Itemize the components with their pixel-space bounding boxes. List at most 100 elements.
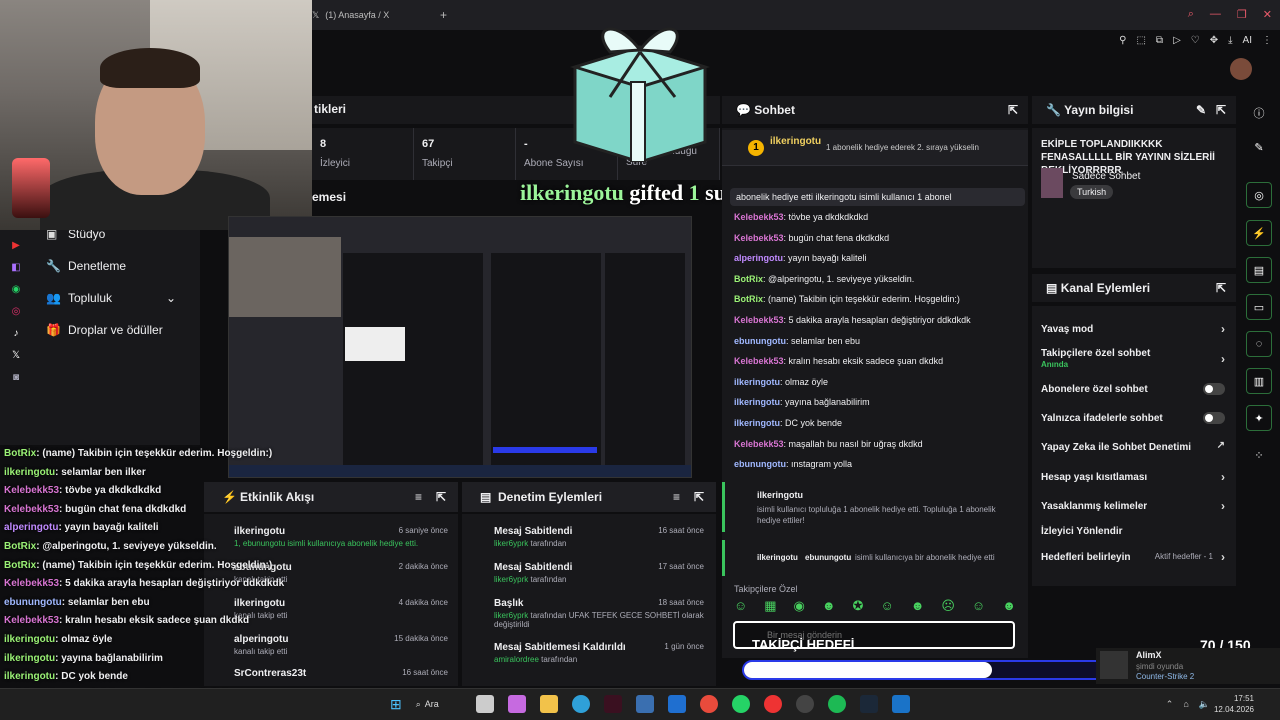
app-icon[interactable] <box>635 695 654 713</box>
action-account-age[interactable]: Hesap yaşı kısıtlaması › <box>1041 470 1227 484</box>
emote-icon[interactable]: ▦ <box>764 598 776 614</box>
mod-item[interactable]: Mesaj Sabitlemesi Kaldırıldı 1 gün önce am… <box>494 642 710 664</box>
emote-icon[interactable]: ☺ <box>972 598 985 614</box>
task-view-icon[interactable] <box>475 695 494 713</box>
action-slow-mode[interactable]: Yavaş mod › <box>1041 322 1227 336</box>
action-subscribers-only[interactable]: Abonelere özel sohbet <box>1041 383 1227 395</box>
chrome-icon[interactable] <box>699 695 718 713</box>
chat-icon[interactable]: ▭ <box>1246 294 1272 320</box>
puzzle-icon[interactable]: ✥ <box>1210 35 1218 46</box>
nav-item-moderation[interactable]: 🔧 Denetleme <box>46 259 126 273</box>
popout-icon[interactable]: ⇱ <box>694 490 704 504</box>
chat-username[interactable]: ebunungotu <box>734 336 786 346</box>
broadcast-icon[interactable]: ◌ <box>1246 331 1272 357</box>
emote-icon[interactable]: ☺ <box>734 598 747 614</box>
emote-icon[interactable]: ☻ <box>1002 598 1016 614</box>
chat-username[interactable]: alperingotu <box>734 253 783 263</box>
chat-username[interactable]: BotRix <box>734 294 763 304</box>
chat-username[interactable]: BotRix <box>734 274 763 284</box>
chat-username[interactable]: ilkeringotu <box>734 418 780 428</box>
copilot-icon[interactable] <box>507 695 526 713</box>
chevron-up-icon[interactable]: ⌃ <box>1166 699 1174 710</box>
action-followers-only[interactable]: Takipçilere özel sohbet Anında › <box>1041 348 1227 369</box>
close-button[interactable]: ✕ <box>1263 8 1272 21</box>
toggle-switch[interactable] <box>1203 383 1225 395</box>
menu-icon[interactable]: ⋮ <box>1262 35 1272 46</box>
document-icon[interactable]: ▤ <box>1246 257 1272 283</box>
youtube-icon[interactable]: ▶ <box>12 240 20 251</box>
whatsapp-icon[interactable] <box>731 695 750 713</box>
nav-item-community[interactable]: 👥 Topluluk ⌄ <box>46 291 176 305</box>
edit-icon[interactable]: ✎ <box>1196 103 1206 117</box>
pencil-icon[interactable]: ✎ <box>1246 134 1272 160</box>
chat-username[interactable]: ilkeringotu <box>734 377 780 387</box>
taskbar-search[interactable]: ⌕ Ara <box>416 699 462 710</box>
volume-icon[interactable]: 🔈 <box>1199 699 1210 710</box>
camera-icon[interactable]: ◎ <box>1246 182 1272 208</box>
chat-username[interactable]: ebunungotu <box>734 459 786 469</box>
toggle-switch[interactable] <box>1203 412 1225 424</box>
emote-icon[interactable]: ☻ <box>911 598 925 614</box>
popout-icon[interactable]: ⇱ <box>1216 103 1226 117</box>
maximize-button[interactable]: ❐ <box>1237 8 1247 21</box>
chat-username[interactable]: Kelebekk53 <box>734 233 784 243</box>
chat-username[interactable]: Kelebekk53 <box>734 356 784 366</box>
emote-icon[interactable]: ✪ <box>853 598 864 614</box>
nav-item-drops[interactable]: 🎁 Droplar ve ödüller <box>46 323 163 337</box>
emote-icon[interactable]: ☻ <box>822 598 836 614</box>
lightning-icon[interactable]: ⚡ <box>1246 220 1272 246</box>
tiktok-icon[interactable]: ♪ <box>14 328 19 339</box>
twitch-icon[interactable]: ◧ <box>11 262 20 273</box>
filter-icon[interactable]: ≡ <box>673 490 680 504</box>
popout-icon[interactable]: ⇱ <box>1008 103 1018 117</box>
action-goals[interactable]: Hedefleri belirleyin Aktif hedefler - 1 › <box>1041 550 1227 564</box>
filter-icon[interactable]: ≡ <box>415 490 422 504</box>
popout-icon[interactable]: ⇱ <box>436 490 446 504</box>
more-icon[interactable]: ⁘ <box>1246 442 1272 468</box>
new-tab-button[interactable]: + <box>440 8 447 22</box>
instagram-icon[interactable]: ◎ <box>12 306 21 317</box>
network-icon[interactable]: ⌂ <box>1183 699 1188 710</box>
spotify-icon[interactable] <box>827 695 846 713</box>
mod-item[interactable]: Mesaj Sabitlendi 16 saat önce liker6yprk t… <box>494 526 710 548</box>
action-ai-moderation[interactable]: Yapay Zeka ile Sohbet Denetimi ↗ <box>1041 440 1227 453</box>
ai-button[interactable]: AI <box>1243 35 1252 46</box>
chat-username[interactable]: Kelebekk53 <box>734 315 784 325</box>
action-banned-words[interactable]: Yasaklanmış kelimeler › <box>1041 499 1227 513</box>
colorful-app-icon[interactable] <box>763 695 782 713</box>
action-emote-only[interactable]: Yalnızca ifadelerle sohbet <box>1041 412 1227 424</box>
info-icon[interactable]: ⓘ <box>1246 100 1272 126</box>
user-avatar[interactable] <box>1230 58 1252 80</box>
whatsapp-icon[interactable]: ◉ <box>12 284 21 295</box>
minimize-button[interactable]: — <box>1210 8 1221 21</box>
edge-icon[interactable] <box>571 695 590 713</box>
extension-icon[interactable]: ⧉ <box>1156 35 1163 46</box>
chat-username[interactable]: Kelebekk53 <box>734 212 784 222</box>
action-raid[interactable]: İzleyici Yönlendir <box>1041 526 1227 537</box>
heart-icon[interactable]: ♡ <box>1191 35 1200 46</box>
terminal-icon[interactable] <box>603 695 622 713</box>
x-icon[interactable]: 𝕏 <box>12 350 20 361</box>
taskbar-clock[interactable]: 17:51 12.04.2026 <box>1214 693 1254 715</box>
steam-icon[interactable] <box>859 695 878 713</box>
mod-item[interactable]: Mesaj Sabitlendi 17 saat önce liker6yprk t… <box>494 562 710 584</box>
pin-icon[interactable]: ⚲ <box>1119 35 1126 46</box>
emote-icon[interactable]: ☹ <box>941 598 955 614</box>
browser-tab[interactable]: 𝕏 (1) Anasayfa / X <box>312 4 432 26</box>
obs-icon[interactable] <box>795 695 814 713</box>
wrench-icon[interactable]: ✦ <box>1246 405 1272 431</box>
emote-icon[interactable]: ☺ <box>880 598 893 614</box>
chat-username[interactable]: ilkeringotu <box>734 397 780 407</box>
outlook-icon[interactable] <box>667 695 686 713</box>
app-icon-blue[interactable] <box>891 695 910 713</box>
emote-icon[interactable]: ◉ <box>794 598 805 614</box>
screenshot-icon[interactable]: ⬚ <box>1136 35 1145 46</box>
layout-icon[interactable]: ▥ <box>1246 368 1272 394</box>
chat-username[interactable]: Kelebekk53 <box>734 439 784 449</box>
discord-icon[interactable]: ◙ <box>13 372 19 383</box>
popout-icon[interactable]: ⇱ <box>1216 281 1226 295</box>
search-icon[interactable]: ⌕ <box>1188 8 1194 21</box>
play-icon[interactable]: ▷ <box>1173 35 1181 46</box>
download-icon[interactable]: ⤓ <box>1228 35 1232 46</box>
file-explorer-icon[interactable] <box>539 695 558 713</box>
